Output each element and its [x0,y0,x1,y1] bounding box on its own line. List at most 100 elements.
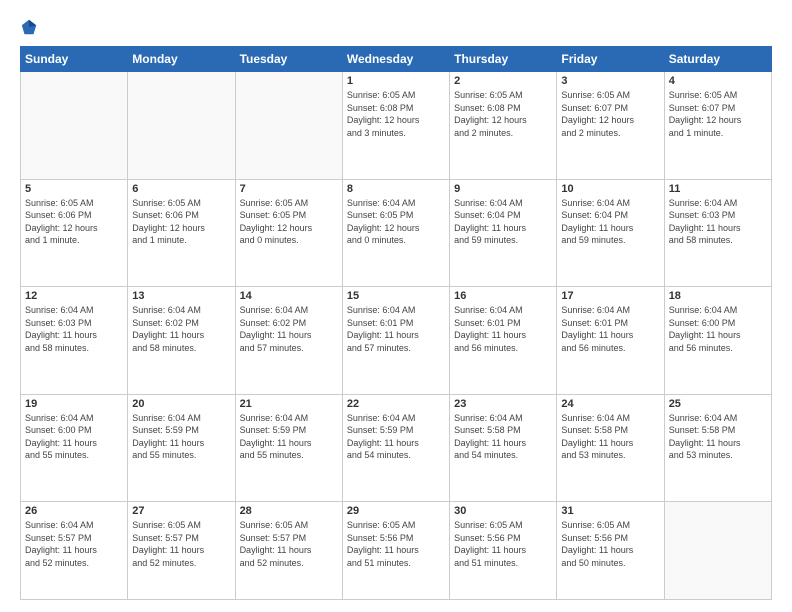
day-number: 27 [132,505,230,517]
day-number: 8 [347,183,445,195]
day-info: Sunrise: 6:05 AM Sunset: 6:06 PM Dayligh… [132,197,230,247]
day-info: Sunrise: 6:04 AM Sunset: 5:59 PM Dayligh… [347,412,445,462]
calendar-cell: 13 Sunrise: 6:04 AM Sunset: 6:02 PM Dayli… [128,287,235,395]
day-number: 22 [347,398,445,410]
calendar-cell: 19 Sunrise: 6:04 AM Sunset: 6:00 PM Dayli… [21,394,128,502]
day-number: 2 [454,75,552,87]
day-number: 11 [669,183,767,195]
day-info: Sunrise: 6:04 AM Sunset: 5:58 PM Dayligh… [561,412,659,462]
header [20,18,772,36]
day-number: 19 [25,398,123,410]
calendar-cell: 29Sunrise: 6:05 AM Sunset: 5:56 PM Dayli… [342,502,449,600]
calendar-cell: 25 Sunrise: 6:04 AM Sunset: 5:58 PM Dayli… [664,394,771,502]
day-info: Sunrise: 6:05 AM Sunset: 6:07 PM Dayligh… [561,89,659,139]
day-info: Sunrise: 6:04 AM Sunset: 6:01 PM Dayligh… [347,304,445,354]
day-info: Sunrise: 6:04 AM Sunset: 6:00 PM Dayligh… [25,412,123,462]
day-info: Sunrise: 6:05 AM Sunset: 6:05 PM Dayligh… [240,197,338,247]
day-info: Sunrise: 6:04 AM Sunset: 5:57 PM Dayligh… [25,519,123,569]
calendar-header-tuesday: Tuesday [235,47,342,72]
day-info: Sunrise: 6:04 AM Sunset: 6:04 PM Dayligh… [561,197,659,247]
day-number: 6 [132,183,230,195]
calendar-cell [21,72,128,180]
day-number: 24 [561,398,659,410]
day-number: 31 [561,505,659,517]
day-number: 28 [240,505,338,517]
calendar-cell: 20 Sunrise: 6:04 AM Sunset: 5:59 PM Dayli… [128,394,235,502]
day-info: Sunrise: 6:05 AM Sunset: 5:57 PM Dayligh… [240,519,338,569]
calendar-cell: 27 Sunrise: 6:05 AM Sunset: 5:57 PM Dayli… [128,502,235,600]
calendar-week-row: 26 Sunrise: 6:04 AM Sunset: 5:57 PM Dayli… [21,502,772,600]
day-number: 16 [454,290,552,302]
calendar-cell: 7 Sunrise: 6:05 AM Sunset: 6:05 PM Daylig… [235,179,342,287]
calendar-cell: 12 Sunrise: 6:04 AM Sunset: 6:03 PM Dayli… [21,287,128,395]
calendar-cell: 17 Sunrise: 6:04 AM Sunset: 6:01 PM Dayli… [557,287,664,395]
day-info: Sunrise: 6:04 AM Sunset: 6:04 PM Dayligh… [454,197,552,247]
day-number: 30 [454,505,552,517]
day-info: Sunrise: 6:05 AM Sunset: 6:07 PM Dayligh… [669,89,767,139]
calendar-week-row: 12 Sunrise: 6:04 AM Sunset: 6:03 PM Dayli… [21,287,772,395]
day-info: Sunrise: 6:04 AM Sunset: 6:02 PM Dayligh… [132,304,230,354]
calendar-cell: 9 Sunrise: 6:04 AM Sunset: 6:04 PM Daylig… [450,179,557,287]
day-info: Sunrise: 6:04 AM Sunset: 5:58 PM Dayligh… [454,412,552,462]
day-info: Sunrise: 6:04 AM Sunset: 6:05 PM Dayligh… [347,197,445,247]
calendar-header-thursday: Thursday [450,47,557,72]
calendar-cell: 11 Sunrise: 6:04 AM Sunset: 6:03 PM Dayli… [664,179,771,287]
calendar-cell: 8 Sunrise: 6:04 AM Sunset: 6:05 PM Daylig… [342,179,449,287]
calendar-cell: 31 Sunrise: 6:05 AM Sunset: 5:56 PM Dayli… [557,502,664,600]
day-info: Sunrise: 6:04 AM Sunset: 6:02 PM Dayligh… [240,304,338,354]
calendar-header-wednesday: Wednesday [342,47,449,72]
day-number: 25 [669,398,767,410]
day-info: Sunrise: 6:04 AM Sunset: 5:59 PM Dayligh… [240,412,338,462]
calendar-cell: 6 Sunrise: 6:05 AM Sunset: 6:06 PM Daylig… [128,179,235,287]
calendar-cell: 3 Sunrise: 6:05 AM Sunset: 6:07 PM Daylig… [557,72,664,180]
day-info: Sunrise: 6:05 AM Sunset: 5:57 PM Dayligh… [132,519,230,569]
day-number: 29 [347,505,445,517]
day-number: 17 [561,290,659,302]
day-info: Sunrise: 6:05 AM Sunset: 5:56 PM Dayligh… [454,519,552,569]
day-number: 9 [454,183,552,195]
day-number: 26 [25,505,123,517]
calendar-cell: 21Sunrise: 6:04 AM Sunset: 5:59 PM Dayli… [235,394,342,502]
day-number: 4 [669,75,767,87]
calendar-cell: 15Sunrise: 6:04 AM Sunset: 6:01 PM Dayli… [342,287,449,395]
day-info: Sunrise: 6:04 AM Sunset: 6:03 PM Dayligh… [669,197,767,247]
calendar-header-monday: Monday [128,47,235,72]
calendar-cell [664,502,771,600]
calendar-cell: 18Sunrise: 6:04 AM Sunset: 6:00 PM Dayli… [664,287,771,395]
day-info: Sunrise: 6:05 AM Sunset: 5:56 PM Dayligh… [561,519,659,569]
calendar-cell: 14Sunrise: 6:04 AM Sunset: 6:02 PM Dayli… [235,287,342,395]
calendar-week-row: 1Sunrise: 6:05 AM Sunset: 6:08 PM Daylig… [21,72,772,180]
calendar-week-row: 5 Sunrise: 6:05 AM Sunset: 6:06 PM Daylig… [21,179,772,287]
calendar-cell: 16 Sunrise: 6:04 AM Sunset: 6:01 PM Dayli… [450,287,557,395]
calendar-cell: 28 Sunrise: 6:05 AM Sunset: 5:57 PM Dayli… [235,502,342,600]
day-info: Sunrise: 6:04 AM Sunset: 6:01 PM Dayligh… [561,304,659,354]
calendar-cell: 5 Sunrise: 6:05 AM Sunset: 6:06 PM Daylig… [21,179,128,287]
calendar-week-row: 19 Sunrise: 6:04 AM Sunset: 6:00 PM Dayli… [21,394,772,502]
day-number: 23 [454,398,552,410]
calendar-header-saturday: Saturday [664,47,771,72]
calendar-cell [235,72,342,180]
day-info: Sunrise: 6:04 AM Sunset: 5:59 PM Dayligh… [132,412,230,462]
day-number: 12 [25,290,123,302]
day-number: 5 [25,183,123,195]
calendar-cell: 2 Sunrise: 6:05 AM Sunset: 6:08 PM Daylig… [450,72,557,180]
day-number: 10 [561,183,659,195]
day-number: 7 [240,183,338,195]
day-number: 20 [132,398,230,410]
calendar-cell: 22 Sunrise: 6:04 AM Sunset: 5:59 PM Dayli… [342,394,449,502]
day-info: Sunrise: 6:05 AM Sunset: 6:06 PM Dayligh… [25,197,123,247]
day-info: Sunrise: 6:05 AM Sunset: 6:08 PM Dayligh… [347,89,445,139]
day-info: Sunrise: 6:04 AM Sunset: 6:01 PM Dayligh… [454,304,552,354]
calendar-cell [128,72,235,180]
calendar-cell: 23 Sunrise: 6:04 AM Sunset: 5:58 PM Dayli… [450,394,557,502]
day-number: 13 [132,290,230,302]
calendar-cell: 26 Sunrise: 6:04 AM Sunset: 5:57 PM Dayli… [21,502,128,600]
logo [20,18,42,36]
calendar-header-sunday: Sunday [21,47,128,72]
day-info: Sunrise: 6:04 AM Sunset: 6:03 PM Dayligh… [25,304,123,354]
day-info: Sunrise: 6:05 AM Sunset: 6:08 PM Dayligh… [454,89,552,139]
calendar-header-friday: Friday [557,47,664,72]
calendar-header-row: SundayMondayTuesdayWednesdayThursdayFrid… [21,47,772,72]
day-info: Sunrise: 6:04 AM Sunset: 5:58 PM Dayligh… [669,412,767,462]
day-number: 3 [561,75,659,87]
